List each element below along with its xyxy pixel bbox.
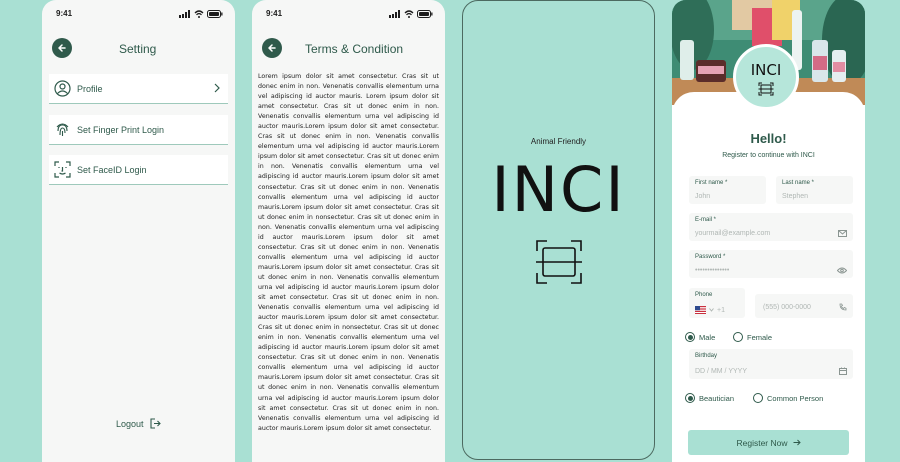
arrow-left-icon: [58, 44, 66, 52]
chevron-right-icon: [214, 83, 220, 93]
field-label: Password *: [695, 254, 726, 260]
field-placeholder: (555) 000-0000: [763, 304, 811, 311]
radio-label: Male: [699, 332, 716, 342]
password-field[interactable]: Password * ••••••••••••••: [689, 250, 853, 278]
radio-button[interactable]: [685, 332, 695, 342]
field-label: Last name *: [782, 180, 815, 186]
user-icon: [52, 79, 72, 99]
phone-field[interactable]: (555) 000-0000: [755, 294, 853, 318]
wifi-icon: [194, 10, 204, 18]
arrow-left-icon: [268, 44, 276, 52]
register-screen: INCI Hello! Register to continue with IN…: [672, 0, 865, 462]
status-bar: 9:41: [56, 9, 223, 21]
field-placeholder: yourmail@example.com: [695, 230, 771, 237]
field-placeholder: DD / MM / YYYY: [695, 368, 747, 375]
signal-icon: [389, 10, 400, 18]
field-placeholder: Stephen: [782, 193, 809, 200]
scan-icon: [536, 240, 582, 284]
fingerprint-icon: [52, 120, 72, 140]
phone-icon: [839, 303, 847, 311]
country-code-text: +1: [717, 306, 725, 314]
radio-label: Beautician: [699, 393, 735, 403]
menu-item-fingerprint[interactable]: Set Finger Print Login: [49, 115, 228, 145]
email-field[interactable]: E-mail * yourmail@example.com: [689, 213, 853, 241]
faceid-icon: [52, 160, 72, 180]
role-common-radio[interactable]: Common Person: [753, 393, 823, 403]
radio-label: Common Person: [767, 393, 824, 403]
country-code-value: +1: [695, 306, 725, 314]
field-label: First name *: [695, 180, 728, 186]
scan-icon: [758, 82, 774, 96]
field-label: Birthday: [695, 353, 718, 359]
register-subtitle: Register to continue with INCI: [722, 152, 815, 159]
battery-icon: [207, 10, 223, 18]
back-button[interactable]: [52, 38, 72, 58]
field-placeholder: John: [695, 193, 711, 200]
menu-item-label: Profile: [77, 83, 103, 94]
logout-button[interactable]: Logout: [116, 418, 161, 429]
field-label: Phone: [695, 292, 713, 298]
status-time: 9:41: [266, 9, 283, 18]
terms-screen: 9:41 Terms & Condition Lorem ipsum dolor…: [252, 0, 445, 462]
menu-item-label: Set FaceID Login: [77, 164, 147, 175]
menu-item-faceid[interactable]: Set FaceID Login: [49, 155, 228, 185]
mail-icon: [838, 230, 847, 237]
status-icons: [389, 10, 433, 18]
signal-icon: [179, 10, 190, 18]
logout-label: Logout: [116, 418, 144, 429]
gender-male-radio[interactable]: Male: [685, 332, 715, 342]
birthday-field[interactable]: Birthday DD / MM / YYYY: [689, 349, 853, 379]
terms-body: Lorem ipsum dolor sit amet consectetur. …: [258, 73, 439, 432]
us-flag-icon: [695, 306, 706, 314]
field-placeholder: ••••••••••••••: [695, 267, 730, 274]
menu-item-profile[interactable]: Profile: [49, 74, 228, 104]
country-code-select[interactable]: Phone +1: [689, 288, 745, 318]
field-label: E-mail *: [695, 217, 717, 223]
status-bar: 9:41: [266, 9, 433, 21]
register-button-label: Register Now: [736, 437, 788, 448]
battery-icon: [417, 10, 433, 18]
radio-button[interactable]: [685, 393, 695, 403]
eye-icon[interactable]: [837, 267, 847, 274]
page-title: Setting: [119, 42, 157, 56]
menu-item-label: Set Finger Print Login: [77, 124, 165, 135]
gender-female-radio[interactable]: Female: [733, 332, 772, 342]
splash-subtitle: Animal Friendly: [530, 137, 587, 146]
splash-screen: Animal Friendly INCI: [462, 0, 655, 460]
back-button[interactable]: [262, 38, 282, 58]
role-beautician-radio[interactable]: Beautician: [685, 393, 734, 403]
page-title: Terms & Condition: [305, 42, 404, 56]
status-icons: [179, 10, 223, 18]
radio-label: Female: [747, 332, 773, 342]
wifi-icon: [404, 10, 414, 18]
last-name-field[interactable]: Last name * Stephen: [776, 176, 853, 204]
settings-screen: 9:41 Setting Profile Set Finger Print Lo…: [42, 0, 235, 462]
first-name-field[interactable]: First name * John: [689, 176, 766, 204]
radio-button[interactable]: [733, 332, 743, 342]
arrow-right-icon: [793, 439, 801, 446]
brand-logo: INCI: [733, 44, 799, 110]
calendar-icon[interactable]: [839, 367, 847, 375]
splash-logo: INCI: [491, 153, 626, 226]
status-time: 9:41: [56, 9, 73, 18]
brand-logo-text: INCI: [750, 61, 782, 79]
logout-icon: [149, 418, 161, 429]
register-button[interactable]: Register Now: [688, 430, 849, 455]
chevron-down-icon: [709, 308, 714, 312]
radio-button[interactable]: [753, 393, 763, 403]
greeting-title: Hello!: [750, 131, 787, 146]
